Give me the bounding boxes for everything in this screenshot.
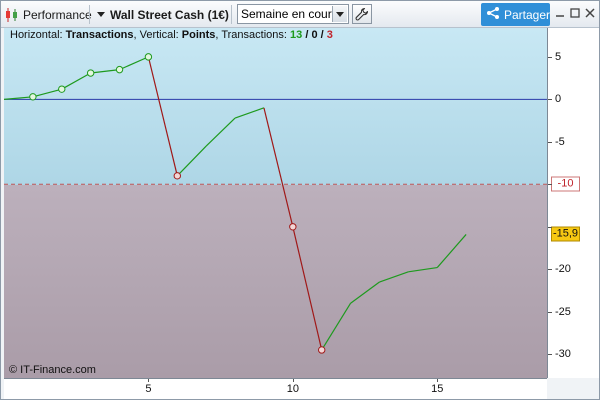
winning-segment xyxy=(32,88,62,98)
chevron-down-icon[interactable] xyxy=(332,6,347,22)
info-middle: , Vertical: xyxy=(133,29,182,41)
winning-trade-marker xyxy=(58,85,66,93)
y-axis[interactable]: -10 -15,9 5 0 -5 -20 -25 -30 xyxy=(547,28,599,378)
x-tick-label: 5 xyxy=(145,383,152,395)
info-transactions-prefix: , Transactions: xyxy=(215,29,291,41)
performance-plot xyxy=(4,53,547,354)
y-tick-mark xyxy=(548,99,552,101)
winning-segment xyxy=(379,271,409,283)
winning-segment xyxy=(436,234,467,268)
y-tick-mark xyxy=(548,184,552,186)
instrument-selector[interactable]: Wall Street Cash (1€) xyxy=(97,4,229,25)
winning-segment xyxy=(90,69,120,74)
chart-area[interactable]: Horizontal: Transactions, Vertical: Poin… xyxy=(4,28,547,378)
info-vertical: Points xyxy=(181,29,216,41)
losing-segment xyxy=(263,107,294,227)
winning-segment xyxy=(408,266,438,273)
losing-trade-marker xyxy=(318,346,326,354)
copyright-text: © IT-Finance.com xyxy=(9,364,96,376)
losing-trade-marker xyxy=(289,223,297,231)
winning-segment xyxy=(234,107,265,119)
share-icon xyxy=(486,6,500,23)
losing-trade-marker xyxy=(173,172,181,180)
share-label: Partager xyxy=(504,7,551,22)
y-tick-mark xyxy=(548,141,552,143)
info-horizontal: Transactions xyxy=(65,29,134,41)
y-tick-mark xyxy=(548,354,552,356)
winning-segment xyxy=(321,302,352,351)
winning-segment xyxy=(61,72,91,90)
winning-trade-marker xyxy=(29,93,37,101)
x-tick-label: 10 xyxy=(286,383,299,395)
winning-segment xyxy=(119,56,149,71)
winning-trade-marker xyxy=(144,53,153,61)
winning-segment xyxy=(350,281,380,304)
instrument-label: Wall Street Cash (1€) xyxy=(110,7,229,22)
period-select-value: Semaine en cours xyxy=(241,7,338,21)
chart-info-line: Horizontal: Transactions, Vertical: Poin… xyxy=(10,29,333,41)
y-tick-label: -30 xyxy=(555,348,571,361)
wrench-icon[interactable] xyxy=(352,4,372,24)
toolbar-separator xyxy=(231,5,232,24)
current-value-badge: -15,9 xyxy=(551,226,580,242)
y-tick-mark xyxy=(548,226,552,228)
y-tick-label: -20 xyxy=(555,263,571,276)
info-prefix: Horizontal: xyxy=(10,29,66,41)
info-separator: / xyxy=(317,29,327,41)
y-tick-mark xyxy=(548,56,552,58)
share-button[interactable]: Partager xyxy=(481,3,550,26)
performance-button[interactable]: Performance xyxy=(23,4,92,25)
x-tick-mark xyxy=(437,379,439,382)
losing-count: 3 xyxy=(326,29,333,41)
losing-segment xyxy=(147,56,178,176)
y-tick-label: 5 xyxy=(555,50,562,63)
winning-trade-marker xyxy=(86,69,95,77)
toolbar-separator xyxy=(89,5,90,24)
x-tick-label: 15 xyxy=(431,383,444,395)
winning-segment xyxy=(205,117,236,147)
y-tick-label: 0 xyxy=(555,93,562,106)
close-icon[interactable] xyxy=(583,6,597,20)
candlestick-icon xyxy=(5,4,21,25)
winning-segment xyxy=(176,145,207,177)
winning-trade-marker xyxy=(115,65,124,74)
toolbar: Performance Wall Street Cash (1€) Semain… xyxy=(1,1,599,28)
window: Performance Wall Street Cash (1€) Semain… xyxy=(0,0,600,400)
x-tick-mark xyxy=(148,379,150,382)
y-tick-mark xyxy=(548,269,552,271)
maximize-icon[interactable] xyxy=(568,6,582,20)
x-axis[interactable]: 5 10 15 xyxy=(4,378,547,399)
losing-segment xyxy=(292,226,323,351)
minimize-icon[interactable] xyxy=(553,6,567,20)
y-tick-mark xyxy=(548,311,552,313)
period-select[interactable]: Semaine en cours xyxy=(237,4,349,24)
y-tick-label: -5 xyxy=(555,135,565,148)
dropdown-arrow-icon xyxy=(97,12,105,17)
winning-count: 13 xyxy=(290,29,303,41)
threshold-level-badge: -10 xyxy=(551,176,580,192)
x-tick-mark xyxy=(292,379,294,382)
y-tick-label: -25 xyxy=(555,305,571,318)
